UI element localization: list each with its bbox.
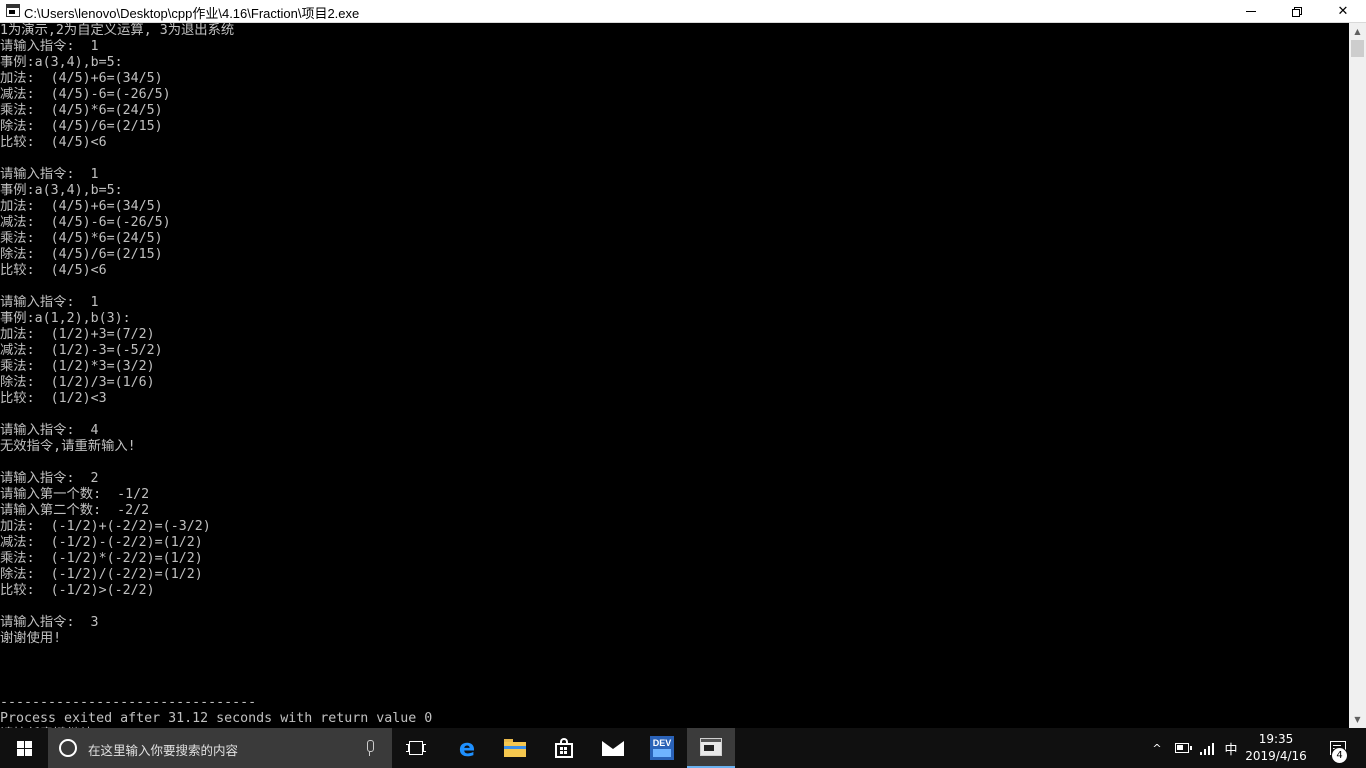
console-line: 比较: (1/2)<3	[0, 391, 107, 406]
console-icon	[700, 738, 722, 756]
scroll-down-button[interactable]: ▼	[1349, 711, 1366, 728]
console-line: 请输入指令: 3	[0, 615, 99, 630]
console-app-icon	[6, 4, 20, 17]
console-line: 比较: (4/5)<6	[0, 135, 107, 150]
clock-date: 2019/4/16	[1245, 749, 1307, 763]
console-line: 谢谢使用!	[0, 631, 62, 646]
taskbar-file-explorer[interactable]	[491, 728, 539, 768]
console-line: 乘法: (-1/2)*(-2/2)=(1/2)	[0, 551, 203, 566]
scroll-up-button[interactable]: ▲	[1349, 23, 1366, 40]
scroll-thumb[interactable]	[1351, 40, 1364, 57]
title-bar[interactable]: C:\Users\lenovo\Desktop\cpp作业\4.16\Fract…	[0, 0, 1366, 23]
task-view-icon	[406, 741, 426, 755]
maximize-button[interactable]	[1274, 0, 1320, 23]
start-button[interactable]	[0, 728, 48, 768]
console-line: 除法: (1/2)/3=(1/6)	[0, 375, 155, 390]
console-line: 请输入指令: 2	[0, 471, 99, 486]
console-line: 加法: (1/2)+3=(7/2)	[0, 327, 155, 342]
console-line: 比较: (4/5)<6	[0, 263, 107, 278]
scroll-up-icon: ▲	[1354, 27, 1361, 36]
show-hidden-icons-button[interactable]: ^	[1148, 728, 1166, 768]
devcpp-icon: DEV	[650, 736, 674, 760]
console-line: 除法: (-1/2)/(-2/2)=(1/2)	[0, 567, 203, 582]
console-line: 除法: (4/5)/6=(2/15)	[0, 247, 163, 262]
scroll-down-icon: ▼	[1354, 715, 1361, 724]
vertical-scrollbar[interactable]: ▲ ▼	[1349, 23, 1366, 728]
console-line: 乘法: (4/5)*6=(24/5)	[0, 103, 163, 118]
console-line: 加法: (4/5)+6=(34/5)	[0, 71, 163, 86]
taskbar-mail[interactable]	[589, 728, 637, 768]
search-placeholder: 在这里输入你要搜索的内容	[88, 743, 239, 758]
console-text: 1为演示,2为自定义运算, 3为退出系统 请输入指令: 1 事例:a(3,4),b=…	[0, 23, 1349, 728]
console-line: 无效指令,请重新输入!	[0, 439, 136, 454]
console-line: 乘法: (1/2)*3=(3/2)	[0, 359, 155, 374]
battery-icon	[1175, 743, 1192, 753]
window-title: C:\Users\lenovo\Desktop\cpp作业\4.16\Fract…	[24, 6, 360, 21]
edge-icon: e	[458, 734, 476, 762]
taskbar: 在这里输入你要搜索的内容 e DEV ^ 中 19:35 2019/4/16 4	[0, 728, 1366, 768]
taskbar-search-box[interactable]: 在这里输入你要搜索的内容	[48, 728, 392, 768]
notification-count-badge: 4	[1331, 747, 1348, 764]
console-line: 乘法: (4/5)*6=(24/5)	[0, 231, 163, 246]
console-line: 事例:a(1,2),b(3):	[0, 311, 131, 326]
console-line: 减法: (1/2)-3=(-5/2)	[0, 343, 163, 358]
battery-button[interactable]	[1172, 728, 1192, 768]
console-line: 请输入指令: 1	[0, 167, 99, 182]
console-line: 除法: (4/5)/6=(2/15)	[0, 119, 163, 134]
chevron-up-icon: ^	[1152, 741, 1162, 755]
console-line: 事例:a(3,4),b=5:	[0, 183, 123, 198]
console-output[interactable]: 1为演示,2为自定义运算, 3为退出系统 请输入指令: 1 事例:a(3,4),b=…	[0, 23, 1349, 728]
close-icon: ✕	[1337, 4, 1349, 19]
console-line: 减法: (-1/2)-(-2/2)=(1/2)	[0, 535, 203, 550]
folder-icon	[504, 739, 526, 757]
wifi-icon	[1200, 741, 1216, 755]
console-line: --------------------------------	[0, 695, 257, 710]
console-line: 减法: (4/5)-6=(-26/5)	[0, 87, 171, 102]
console-line: Process exited after 31.12 seconds with …	[0, 711, 433, 726]
microphone-icon[interactable]	[366, 740, 374, 756]
console-window: C:\Users\lenovo\Desktop\cpp作业\4.16\Fract…	[0, 0, 1366, 728]
console-line: 事例:a(3,4),b=5:	[0, 55, 123, 70]
taskbar-devcpp[interactable]: DEV	[638, 728, 686, 768]
taskbar-store[interactable]	[540, 728, 588, 768]
console-line: 减法: (4/5)-6=(-26/5)	[0, 215, 171, 230]
taskbar-edge[interactable]: e	[443, 728, 491, 768]
windows-logo-icon	[16, 740, 32, 756]
console-line: 加法: (4/5)+6=(34/5)	[0, 199, 163, 214]
mail-icon	[602, 740, 624, 756]
console-line: 比较: (-1/2)>(-2/2)	[0, 583, 155, 598]
clock-time: 19:35	[1258, 732, 1294, 746]
console-line: 请输入第二个数: -2/2	[0, 503, 150, 518]
store-icon	[554, 738, 574, 758]
devcpp-label: DEV	[652, 738, 672, 748]
console-line: 加法: (-1/2)+(-2/2)=(-3/2)	[0, 519, 211, 534]
console-line: 请输入指令: 1	[0, 295, 99, 310]
console-line: 请输入指令: 1	[0, 39, 99, 54]
ime-label: 中	[1224, 742, 1238, 758]
task-view-button[interactable]	[392, 728, 440, 768]
cortana-icon	[59, 739, 77, 757]
taskbar-console-window[interactable]	[687, 728, 735, 768]
console-line: 请输入指令: 4	[0, 423, 99, 438]
close-button[interactable]: ✕	[1320, 0, 1366, 23]
console-line: 1为演示,2为自定义运算, 3为退出系统	[0, 23, 235, 38]
network-button[interactable]	[1198, 728, 1218, 768]
minimize-icon	[1246, 11, 1256, 12]
minimize-button[interactable]	[1228, 0, 1274, 23]
clock[interactable]: 19:35 2019/4/16	[1244, 731, 1308, 765]
restore-icon	[1292, 6, 1302, 17]
input-method-button[interactable]: 中	[1220, 728, 1242, 768]
console-line: 请输入第一个数: -1/2	[0, 487, 150, 502]
